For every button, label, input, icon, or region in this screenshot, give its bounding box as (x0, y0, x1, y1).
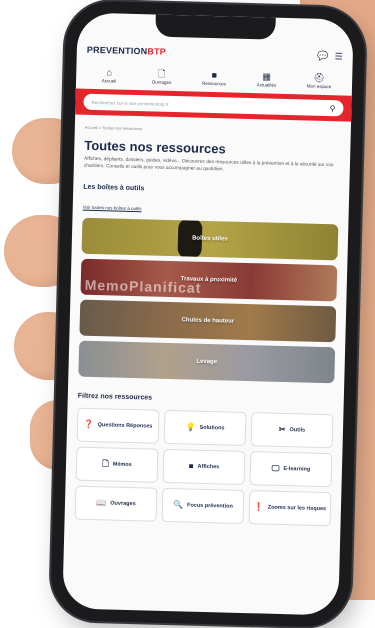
info-icon: ❗ (253, 502, 264, 512)
toolbox-card-travaux[interactable]: MemoPlanificat Travaux à proximité (80, 258, 338, 302)
monitor-icon: 🖵 (271, 463, 280, 473)
filter-label: Focus prévention (186, 502, 233, 510)
filter-zooms[interactable]: ❗ Zooms sur les risques (248, 490, 332, 527)
phone-notch (155, 14, 276, 40)
filter-questions[interactable]: ❓ Questions Réponses (76, 407, 160, 444)
search-icon: 🔍 (172, 499, 184, 510)
logo-main: PREVENTION (86, 44, 148, 57)
grid-icon: ▦ (262, 71, 272, 82)
toolbox-card-boites-utiles[interactable]: Boîtes utiles (81, 217, 339, 261)
brand-logo[interactable]: PREVENTIONBTP (87, 45, 166, 57)
book-icon: 📖 (96, 497, 107, 508)
nav-label: Actualités (256, 82, 277, 88)
nav-label: Ressources (202, 80, 226, 87)
home-icon: ⌂ (106, 67, 113, 78)
card-label: Boîtes utiles (192, 235, 228, 243)
search-input[interactable]: Recherchez sur le site preventionbtp.fr … (83, 93, 344, 117)
filter-affiches[interactable]: ■ Affiches (162, 448, 246, 486)
lightbulb-icon: 💡 (185, 422, 196, 432)
memo-icon: 🗋 (102, 459, 109, 469)
filter-grid: ❓ Questions Réponses 💡 Solutions ✂ Outils 🗋… (74, 407, 334, 527)
card-label: Chutes de hauteur (181, 317, 235, 325)
chat-icon[interactable]: 💬 (317, 50, 328, 61)
card-label: Levage (196, 358, 218, 366)
filter-memos[interactable]: 🗋 Mémos (75, 446, 159, 483)
document-icon: 🗋 (158, 68, 166, 79)
filter-label: Solutions (199, 424, 225, 432)
filter-title: Filtrez nos ressources (77, 392, 153, 402)
filter-label: Outils (289, 426, 306, 434)
filter-elearning[interactable]: 🖵 E-learning (249, 451, 333, 488)
phone-screen: PREVENTIONBTP 💬 ☰ ⌂ Accueil 🗋 Ouvrages ■ Re… (62, 12, 354, 616)
question-icon: ❓ (83, 419, 94, 429)
helmet-icon: ⛑ (313, 72, 326, 83)
logo-accent: BTP (147, 46, 167, 57)
filter-label: Ouvrages (110, 500, 136, 507)
filter-label: Mémos (112, 461, 132, 468)
filter-label: Zooms sur les risques (267, 504, 327, 512)
nav-label: Ouvrages (151, 79, 172, 85)
filter-ouvrages[interactable]: 📖 Ouvrages (74, 485, 158, 522)
nav-label: Mon espace (306, 83, 332, 90)
page-intro: Affiches, dépliants, dossiers, guides, v… (83, 156, 334, 172)
nav-item-ressources[interactable]: ■ Ressources (191, 69, 237, 86)
search-band: Recherchez sur le site preventionbtp.fr … (75, 88, 352, 122)
book-icon: ■ (211, 70, 218, 81)
toolbox-card-levage[interactable]: Levage (78, 340, 336, 384)
search-placeholder: Recherchez sur le site preventionbtp.fr (91, 99, 169, 107)
toolbox-card-chutes[interactable]: Chutes de hauteur (79, 299, 337, 343)
top-icons: 💬 ☰ (317, 50, 343, 62)
app-content: PREVENTIONBTP 💬 ☰ ⌂ Accueil 🗋 Ouvrages ■ Re… (62, 38, 353, 615)
main-nav: ⌂ Accueil 🗋 Ouvrages ■ Ressources ▦ Actualit… (86, 67, 342, 90)
app-topbar: PREVENTIONBTP 💬 ☰ (87, 39, 343, 68)
nav-label: Accueil (101, 78, 117, 84)
nav-item-actualites[interactable]: ▦ Actualités (243, 71, 289, 88)
filter-label: Affiches (197, 463, 220, 471)
menu-icon[interactable]: ☰ (335, 51, 343, 62)
nav-item-mon-espace[interactable]: ⛑ Mon espace (296, 72, 342, 89)
filter-label: E-learning (283, 465, 311, 473)
search-icon[interactable]: ⚲ (329, 104, 335, 113)
page-title: Toutes nos ressources (84, 137, 226, 157)
toolbox-title: Les boîtes à outils (83, 183, 145, 193)
toolbox-link[interactable]: Voir toutes nos boîtes à outils (83, 205, 339, 217)
breadcrumb[interactable]: Accueil > Toutes nos ressources (85, 125, 341, 137)
filter-label: Questions Réponses (97, 421, 153, 430)
nav-item-accueil[interactable]: ⌂ Accueil (86, 67, 132, 84)
filter-outils[interactable]: ✂ Outils (250, 412, 334, 449)
filter-solutions[interactable]: 💡 Solutions (163, 409, 247, 447)
filter-focus[interactable]: 🔍 Focus prévention (161, 487, 245, 525)
tools-icon: ✂ (278, 424, 286, 434)
nav-item-ouvrages[interactable]: 🗋 Ouvrages (138, 68, 184, 85)
toolbox-cards: Boîtes utiles MemoPlanificat Travaux à p… (78, 217, 339, 384)
phone-frame: PREVENTIONBTP 💬 ☰ ⌂ Accueil 🗋 Ouvrages ■ Re… (49, 0, 367, 628)
poster-icon: ■ (188, 461, 194, 471)
